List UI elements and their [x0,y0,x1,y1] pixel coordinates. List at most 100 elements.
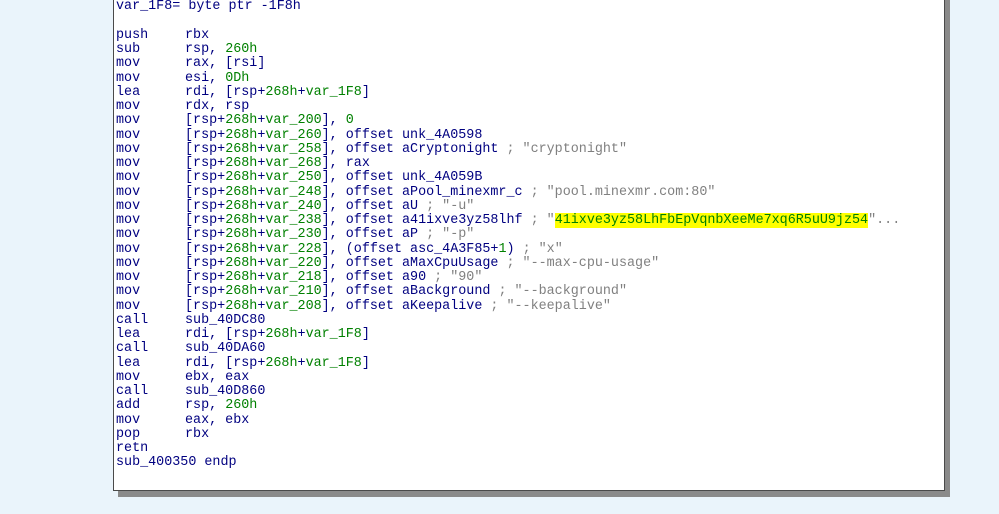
mnemonic[interactable]: lea [116,327,185,342]
instruction-line[interactable]: mov ebx, eax [116,370,900,385]
instruction-line[interactable]: mov [rsp+268h+var_218], offset a90 ; "90" [116,270,900,285]
operand-text[interactable]: [rsp+ [185,227,225,242]
operand-text[interactable]: [rsp+ [185,270,225,285]
string-comment[interactable]: ; "--max-cpu-usage" [506,256,659,271]
operand-text[interactable]: esi, [185,71,225,86]
mnemonic[interactable]: mov [116,213,185,228]
operand-text[interactable]: rdx, rsp [185,99,249,114]
mnemonic[interactable]: mov [116,185,185,200]
stack-variable[interactable]: var_250 [265,170,321,185]
operand-text[interactable]: ], offset aBackground [322,284,499,299]
instruction-line[interactable]: pop rbx [116,427,900,442]
stack-variable[interactable]: var_200 [265,113,321,128]
mnemonic[interactable]: retn [116,441,185,456]
code-node[interactable]: var_200= qword ptr -200hvar_1F8= byte pt… [113,0,945,491]
stack-variable[interactable]: var_230 [265,227,321,242]
instruction-line[interactable]: mov [rsp+268h+var_220], offset aMaxCpuUsa… [116,256,900,271]
listing-line[interactable]: sub_400350 endp [116,456,900,470]
instruction-line[interactable]: mov esi, 0Dh [116,71,900,86]
instruction-line[interactable]: mov [rsp+268h+var_240], offset aU ; "-u" [116,199,900,214]
mnemonic[interactable]: lea [116,356,185,371]
immediate-value[interactable]: 268h [265,327,297,342]
stack-variable[interactable]: var_1F8 [306,327,362,342]
instruction-line[interactable]: mov [rsp+268h+var_260], offset unk_4A0598 [116,128,900,143]
operand-text[interactable]: ], offset unk_4A059B [322,170,483,185]
mnemonic[interactable]: mov [116,56,185,71]
operand-text[interactable]: [rsp+ [185,242,225,257]
operand-text[interactable]: ] [362,356,370,371]
immediate-value[interactable]: 268h [225,142,257,157]
instruction-line[interactable]: mov [rsp+268h+var_210], offset aBackgroun… [116,284,900,299]
instruction-line[interactable]: call sub_40DA60 [116,341,900,356]
immediate-value[interactable]: 0Dh [225,71,249,86]
instruction-line[interactable]: mov rax, [rsi] [116,56,900,71]
mnemonic[interactable]: mov [116,170,185,185]
operand-text[interactable]: rsp, [185,398,225,413]
mnemonic[interactable]: lea [116,85,185,100]
mnemonic[interactable]: mov [116,142,185,157]
operand-text[interactable]: ], offset aKeepalive [322,299,491,314]
immediate-value[interactable]: 260h [225,42,257,57]
mnemonic[interactable]: sub [116,42,185,57]
operand-text[interactable]: ], offset a41ixve3yz58lhf [322,213,531,228]
stack-variable[interactable]: var_240 [265,199,321,214]
operand-text[interactable]: [rsp+ [185,213,225,228]
instruction-line[interactable]: push rbx [116,28,900,43]
immediate-value[interactable]: 268h [225,256,257,271]
immediate-value[interactable]: 268h [225,170,257,185]
stack-variable[interactable]: var_220 [265,256,321,271]
immediate-value[interactable]: 268h [265,85,297,100]
operand-text[interactable]: rsp, [185,42,225,57]
stack-variable[interactable]: var_238 [265,213,321,228]
operand-text[interactable]: [rsp+ [185,128,225,143]
mnemonic[interactable]: push [116,28,185,43]
string-comment[interactable]: ; "cryptonight" [506,142,627,157]
string-comment[interactable]: ; "--keepalive" [490,299,611,314]
stack-variable[interactable]: var_1F8 [306,356,362,371]
immediate-value[interactable]: 268h [225,299,257,314]
string-comment[interactable]: ; "90" [434,270,482,285]
mnemonic[interactable]: mov [116,284,185,299]
operand-text[interactable]: sub_400350 endp [116,455,237,470]
stack-variable[interactable]: var_210 [265,284,321,299]
stack-variable[interactable]: var_258 [265,142,321,157]
operand-text[interactable]: ], offset aCryptonight [322,142,507,157]
instruction-line[interactable]: retn [116,441,900,456]
immediate-value[interactable]: 268h [225,242,257,257]
instruction-line[interactable]: mov [rsp+268h+var_228], (offset asc_4A3F8… [116,242,900,257]
operand-text[interactable]: rbx [185,28,209,43]
mnemonic[interactable]: call [116,384,185,399]
instruction-line[interactable]: mov rdx, rsp [116,99,900,114]
instruction-line[interactable]: lea rdi, [rsp+268h+var_1F8] [116,356,900,371]
operand-text[interactable]: [rsp+ [185,256,225,271]
mnemonic[interactable]: mov [116,299,185,314]
immediate-value[interactable]: 268h [225,284,257,299]
instruction-line[interactable]: mov [rsp+268h+var_258], offset aCryptonig… [116,142,900,157]
instruction-line[interactable]: mov [rsp+268h+var_230], offset aP ; "-p" [116,227,900,242]
mnemonic[interactable]: mov [116,128,185,143]
string-comment[interactable]: ; "pool.minexmr.com:80" [531,185,716,200]
operand-text[interactable]: sub_40DC80 [185,313,265,328]
string-comment[interactable]: ; "--background" [498,284,627,299]
operand-text[interactable]: rdi, [rsp+ [185,85,265,100]
immediate-value[interactable]: 268h [265,356,297,371]
operand-text[interactable]: sub_40DA60 [185,341,265,356]
stack-variable[interactable]: var_260 [265,128,321,143]
operand-text[interactable]: ], offset aPool_minexmr_c [322,185,531,200]
stack-variable[interactable]: var_228 [265,242,321,257]
operand-text[interactable]: ], offset a90 [322,270,435,285]
operand-text[interactable]: [rsp+ [185,156,225,171]
instruction-line[interactable]: mov [rsp+268h+var_248], offset aPool_mine… [116,185,900,200]
mnemonic[interactable]: add [116,398,185,413]
instruction-line[interactable]: lea rdi, [rsp+268h+var_1F8] [116,85,900,100]
operand-text[interactable]: + [298,85,306,100]
immediate-value[interactable]: 268h [225,270,257,285]
instruction-line[interactable]: mov [rsp+268h+var_250], offset unk_4A059B [116,170,900,185]
stack-variable[interactable]: var_248 [265,185,321,200]
operand-text[interactable]: ], offset aP [322,227,426,242]
operand-text[interactable]: ] [362,327,370,342]
stack-variable[interactable]: var_268 [265,156,321,171]
mnemonic[interactable]: mov [116,156,185,171]
operand-text[interactable]: sub_40D860 [185,384,265,399]
immediate-value[interactable]: 0 [346,113,354,128]
